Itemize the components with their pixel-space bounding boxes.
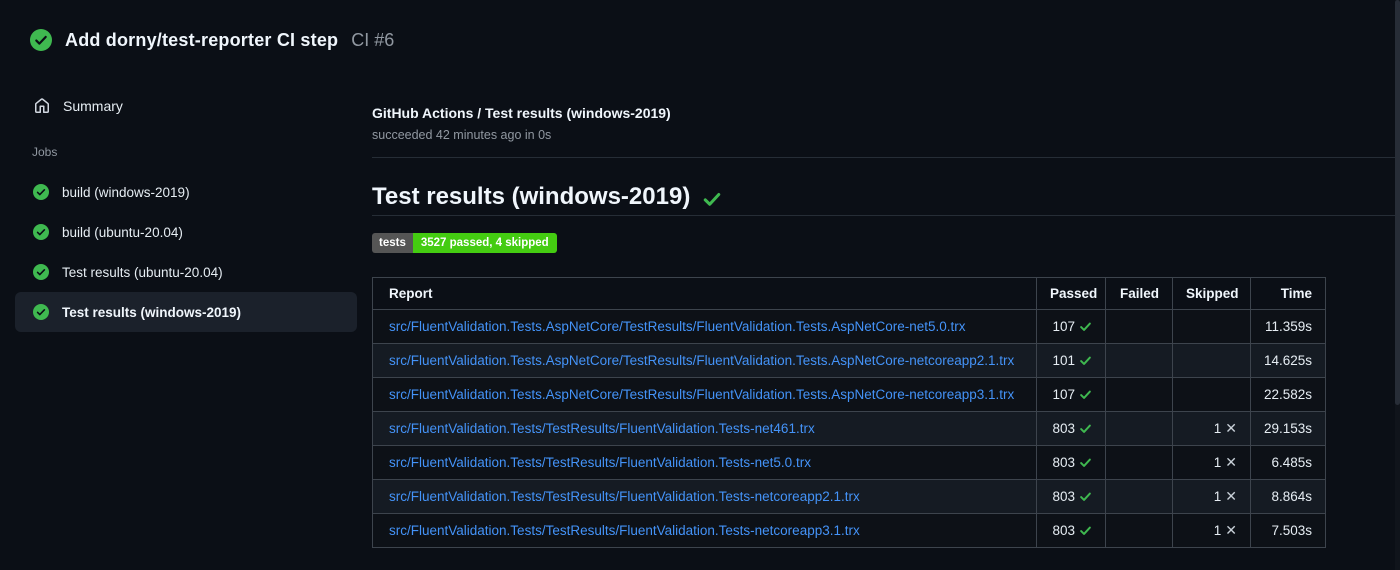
report-link[interactable]: src/FluentValidation.Tests/TestResults/F… (389, 523, 860, 538)
skipped-count: 1 (1213, 455, 1222, 470)
skipped-count: 1 (1213, 523, 1222, 538)
report-link[interactable]: src/FluentValidation.Tests/TestResults/F… (389, 421, 815, 436)
check-circle-icon (33, 224, 49, 240)
table-row: src/FluentValidation.Tests/TestResults/F… (372, 445, 1326, 480)
pass-check-icon (1079, 422, 1092, 435)
skipped-count (1172, 309, 1251, 344)
table-row: src/FluentValidation.Tests/TestResults/F… (372, 411, 1326, 446)
column-header-skipped: Skipped (1172, 277, 1251, 310)
jobs-section-label: Jobs (32, 145, 58, 159)
skipped-count: 1 (1213, 421, 1222, 436)
badge-value: 3527 passed, 4 skipped (412, 233, 557, 253)
test-results-table: Report Passed Failed Skipped Time src/Fl… (372, 277, 1326, 548)
section-heading: Test results (windows-2019) (372, 184, 1400, 216)
main-panel: GitHub Actions / Test results (windows-2… (372, 80, 1400, 548)
pass-check-icon (1079, 524, 1092, 537)
report-link[interactable]: src/FluentValidation.Tests/TestResults/F… (389, 455, 811, 470)
check-circle-icon (30, 29, 52, 51)
failed-count (1105, 479, 1173, 514)
failed-count (1105, 513, 1173, 548)
run-status-text: succeeded 42 minutes ago in 0s (372, 128, 552, 142)
passed-count: 803 (1052, 455, 1075, 470)
report-link[interactable]: src/FluentValidation.Tests/TestResults/F… (389, 489, 860, 504)
pass-check-icon (1079, 388, 1092, 401)
workflow-run-header: Add dorny/test-reporter CI step CI #6 (0, 0, 1400, 80)
job-label: Test results (ubuntu-20.04) (62, 264, 223, 280)
report-link[interactable]: src/FluentValidation.Tests.AspNetCore/Te… (389, 387, 1014, 402)
pass-check-icon (1079, 354, 1092, 367)
tests-badge: tests 3527 passed, 4 skipped (372, 233, 557, 253)
sidebar-item-job-build-ubuntu-2004[interactable]: build (ubuntu-20.04) (15, 212, 357, 252)
skipped-count: 1 (1213, 489, 1222, 504)
scrollbar-thumb[interactable] (1395, 0, 1400, 405)
time-value: 29.153s (1264, 421, 1313, 436)
passed-count: 803 (1052, 523, 1075, 538)
badge-label: tests (372, 233, 413, 253)
passed-count: 107 (1052, 319, 1075, 334)
table-row: src/FluentValidation.Tests/TestResults/F… (372, 513, 1326, 548)
column-header-failed: Failed (1105, 277, 1173, 310)
failed-count (1105, 309, 1173, 344)
column-header-time: Time (1250, 277, 1326, 310)
table-row: src/FluentValidation.Tests/TestResults/F… (372, 479, 1326, 514)
divider (372, 157, 1400, 158)
skip-x-icon: ✕ (1225, 488, 1237, 504)
run-title: GitHub Actions / Test results (windows-2… (372, 105, 671, 121)
table-row: src/FluentValidation.Tests.AspNetCore/Te… (372, 377, 1326, 412)
passed-count: 107 (1052, 387, 1075, 402)
time-value: 8.864s (1271, 489, 1312, 504)
table-header-row: Report Passed Failed Skipped Time (372, 277, 1326, 310)
sidebar: Summary Jobs build (windows-2019) build … (0, 80, 372, 332)
skip-x-icon: ✕ (1225, 420, 1237, 436)
skip-x-icon: ✕ (1225, 454, 1237, 470)
sidebar-item-job-test-results-ubuntu-2004[interactable]: Test results (ubuntu-20.04) (15, 252, 357, 292)
check-circle-icon (33, 264, 49, 280)
time-value: 7.503s (1271, 523, 1312, 538)
skipped-count (1172, 377, 1251, 412)
failed-count (1105, 445, 1173, 480)
passed-count: 803 (1052, 489, 1075, 504)
column-header-passed: Passed (1036, 277, 1106, 310)
time-value: 14.625s (1264, 353, 1313, 368)
run-number: CI #6 (351, 29, 395, 50)
page-title: Add dorny/test-reporter CI step (65, 29, 339, 50)
table-row: src/FluentValidation.Tests.AspNetCore/Te… (372, 343, 1326, 378)
time-value: 11.359s (1264, 319, 1312, 334)
section-title: Test results (windows-2019) (372, 183, 691, 210)
time-value: 6.485s (1271, 455, 1312, 470)
report-link[interactable]: src/FluentValidation.Tests.AspNetCore/Te… (389, 319, 966, 334)
sidebar-item-summary[interactable]: Summary (15, 90, 357, 122)
failed-count (1105, 343, 1173, 378)
table-row: src/FluentValidation.Tests.AspNetCore/Te… (372, 309, 1326, 344)
sidebar-summary-label: Summary (63, 98, 123, 114)
failed-count (1105, 411, 1173, 446)
skipped-count (1172, 343, 1251, 378)
home-icon (35, 98, 49, 113)
success-check-icon (704, 192, 721, 206)
report-link[interactable]: src/FluentValidation.Tests.AspNetCore/Te… (389, 353, 1014, 368)
check-circle-icon (33, 184, 49, 200)
pass-check-icon (1079, 320, 1092, 333)
pass-check-icon (1079, 490, 1092, 503)
time-value: 22.582s (1264, 387, 1313, 402)
column-header-report: Report (372, 277, 1037, 310)
check-circle-icon (33, 304, 49, 320)
skip-x-icon: ✕ (1225, 522, 1237, 538)
pass-check-icon (1079, 456, 1092, 469)
sidebar-item-job-test-results-windows-2019[interactable]: Test results (windows-2019) (15, 292, 357, 332)
job-label: build (ubuntu-20.04) (62, 224, 183, 240)
job-label: Test results (windows-2019) (62, 304, 242, 320)
failed-count (1105, 377, 1173, 412)
scrollbar-track[interactable] (1395, 0, 1400, 570)
passed-count: 803 (1052, 421, 1075, 436)
passed-count: 101 (1052, 353, 1075, 368)
job-label: build (windows-2019) (62, 184, 190, 200)
sidebar-item-job-build-windows-2019[interactable]: build (windows-2019) (15, 172, 357, 212)
